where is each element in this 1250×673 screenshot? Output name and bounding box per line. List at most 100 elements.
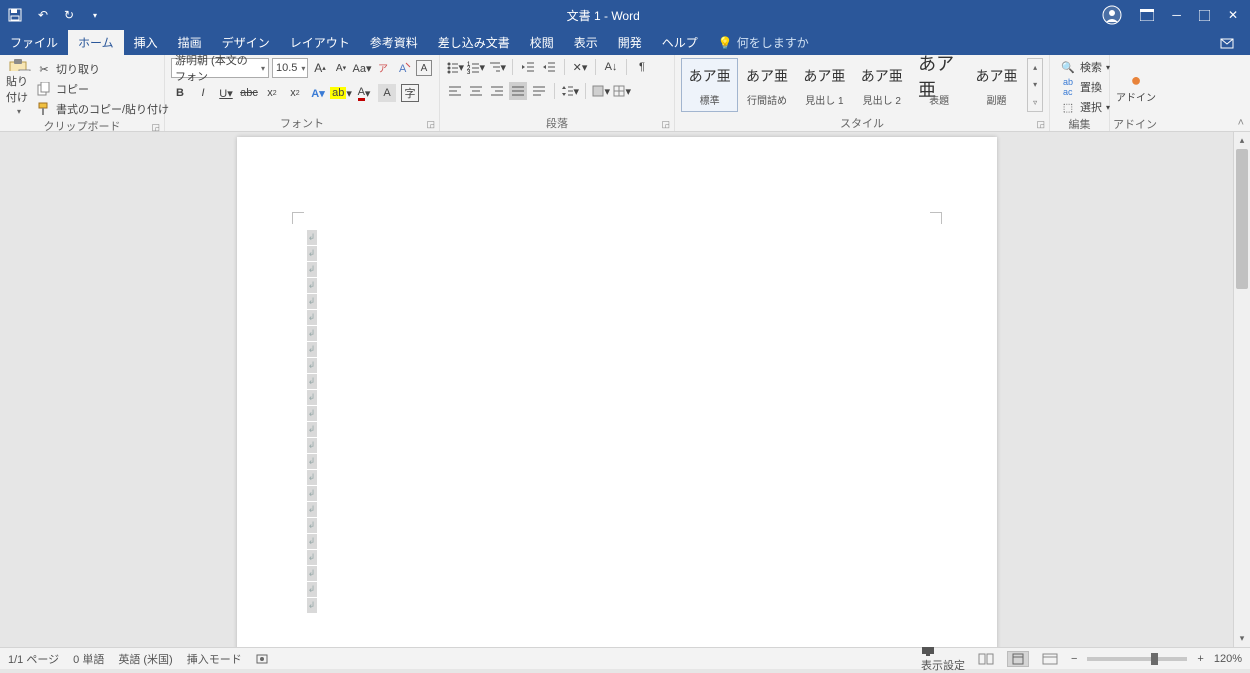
web-layout-button[interactable] <box>1039 651 1061 667</box>
vertical-scrollbar[interactable]: ▴ ▾ <box>1233 132 1250 647</box>
tab-developer[interactable]: 開発 <box>608 30 652 55</box>
font-color-button[interactable]: A▾ <box>355 84 373 102</box>
align-left-button[interactable] <box>446 82 464 100</box>
font-size-combo[interactable]: 10.5▾ <box>272 58 308 78</box>
qat-dropdown-icon[interactable]: ▾ <box>86 11 104 20</box>
tab-view[interactable]: 表示 <box>564 30 608 55</box>
distributed-button[interactable] <box>530 82 548 100</box>
bullets-button[interactable]: ▾ <box>446 58 464 76</box>
document-workspace: ↲↲↲↲↲↲↲↲↲↲↲↲↲↲↲↲↲↲↲↲↲↲↲↲ ▴ ▾ <box>0 132 1250 647</box>
scroll-thumb[interactable] <box>1236 149 1248 289</box>
highlight-button[interactable]: ab▾ <box>332 84 350 102</box>
text-effects-button[interactable]: A▾ <box>309 84 327 102</box>
format-painter-button[interactable]: 書式のコピー/貼り付け <box>32 100 173 118</box>
macro-record-icon[interactable] <box>256 653 270 665</box>
save-icon[interactable] <box>8 8 26 22</box>
tab-references[interactable]: 参考資料 <box>360 30 428 55</box>
phonetic-guide-button[interactable]: ア <box>374 59 392 77</box>
font-name-combo[interactable]: 游明朝 (本文のフォン▾ <box>171 58 269 78</box>
ribbon-display-icon[interactable] <box>1140 9 1154 21</box>
zoom-out-button[interactable]: − <box>1071 653 1077 665</box>
underline-button[interactable]: U▾ <box>217 84 235 102</box>
styles-dialog-launcher[interactable]: ◲ <box>1036 119 1045 130</box>
style-subtitle-label: 副題 <box>986 92 1006 107</box>
line-spacing-button[interactable]: ▾ <box>561 82 579 100</box>
read-mode-button[interactable] <box>975 651 997 667</box>
character-shading-button[interactable]: A <box>378 84 396 102</box>
share-icon <box>1220 36 1236 50</box>
undo-icon[interactable]: ↶ <box>34 8 52 22</box>
align-justify-button[interactable] <box>509 82 527 100</box>
scroll-track[interactable] <box>1234 149 1250 630</box>
enclose-characters-button[interactable]: A <box>416 60 432 76</box>
account-icon[interactable] <box>1102 5 1122 25</box>
numbering-button[interactable]: 123▾ <box>467 58 485 76</box>
character-border-button[interactable]: 字 <box>401 84 419 102</box>
decrease-indent-button[interactable] <box>519 58 537 76</box>
tab-layout[interactable]: レイアウト <box>280 30 360 55</box>
copy-button[interactable]: コピー <box>32 80 173 98</box>
document-page[interactable]: ↲↲↲↲↲↲↲↲↲↲↲↲↲↲↲↲↲↲↲↲↲↲↲↲ <box>237 137 997 647</box>
subscript-button[interactable]: x2 <box>263 84 281 102</box>
tab-home[interactable]: ホーム <box>68 30 124 55</box>
strikethrough-button[interactable]: abc <box>240 84 258 102</box>
select-button[interactable]: ⬚選択▾ <box>1056 98 1114 116</box>
cut-button[interactable]: ✂切り取り <box>32 60 173 78</box>
change-case-button[interactable]: Aa▾ <box>353 59 371 77</box>
addins-button[interactable]: ● アドイン <box>1116 58 1156 116</box>
tab-review[interactable]: 校閲 <box>520 30 564 55</box>
display-settings-button[interactable]: 表示設定 <box>921 645 965 673</box>
asian-layout-button[interactable]: ✕▾ <box>571 58 589 76</box>
font-dialog-launcher[interactable]: ◲ <box>426 119 435 130</box>
page-number-status[interactable]: 1/1 ページ <box>8 651 59 667</box>
style-normal[interactable]: あア亜標準 <box>681 58 738 112</box>
close-icon[interactable]: ✕ <box>1228 8 1238 22</box>
style-title[interactable]: あア亜表題 <box>910 58 967 112</box>
style-heading2[interactable]: あア亜見出し 2 <box>853 58 910 112</box>
show-marks-button[interactable]: ¶ <box>633 58 651 76</box>
scroll-up-button[interactable]: ▴ <box>1234 132 1250 149</box>
zoom-slider-knob[interactable] <box>1151 653 1158 665</box>
zoom-level[interactable]: 120% <box>1214 653 1242 665</box>
find-button[interactable]: 🔍検索▾ <box>1056 58 1114 76</box>
collapse-ribbon-button[interactable]: ˄ <box>1238 117 1244 129</box>
insert-mode-status[interactable]: 挿入モード <box>187 651 242 667</box>
share-button[interactable] <box>1206 30 1250 55</box>
tell-me[interactable]: 💡 何をしますか <box>708 30 819 55</box>
shading-button[interactable]: ▾ <box>592 82 610 100</box>
zoom-in-button[interactable]: + <box>1197 653 1203 665</box>
clear-formatting-button[interactable]: A <box>395 59 413 77</box>
borders-button[interactable]: ▾ <box>613 82 631 100</box>
language-status[interactable]: 英語 (米国) <box>118 651 172 667</box>
style-heading1[interactable]: あア亜見出し 1 <box>796 58 853 112</box>
replace-button[interactable]: abac置換 <box>1056 78 1106 96</box>
grow-font-button[interactable]: A▴ <box>311 59 329 77</box>
tab-help[interactable]: ヘルプ <box>652 30 708 55</box>
increase-indent-button[interactable] <box>540 58 558 76</box>
word-count-status[interactable]: 0 単語 <box>73 651 104 667</box>
styles-gallery-more[interactable]: ▴▾▿ <box>1027 58 1043 112</box>
group-paragraph: ▾ 123▾ ▾ ✕▾ A↓ ¶ <box>440 55 675 131</box>
scroll-down-button[interactable]: ▾ <box>1234 630 1250 647</box>
multilevel-list-button[interactable]: ▾ <box>488 58 506 76</box>
zoom-slider[interactable] <box>1087 657 1187 661</box>
redo-icon[interactable]: ↻ <box>60 8 78 22</box>
align-right-button[interactable] <box>488 82 506 100</box>
paste-button[interactable]: 貼り付け ▾ <box>6 58 32 116</box>
tab-insert[interactable]: 挿入 <box>124 30 168 55</box>
align-center-button[interactable] <box>467 82 485 100</box>
maximize-icon[interactable] <box>1199 10 1210 21</box>
sort-button[interactable]: A↓ <box>602 58 620 76</box>
style-no-spacing[interactable]: あア亜行間詰め <box>738 58 795 112</box>
shrink-font-button[interactable]: A▾ <box>332 59 350 77</box>
bold-button[interactable]: B <box>171 84 189 102</box>
style-subtitle[interactable]: あア亜副題 <box>968 58 1025 112</box>
superscript-button[interactable]: x2 <box>286 84 304 102</box>
italic-button[interactable]: I <box>194 84 212 102</box>
print-layout-button[interactable] <box>1007 651 1029 667</box>
minimize-icon[interactable]: ─ <box>1172 8 1181 22</box>
font-name-value: 游明朝 (本文のフォン <box>175 52 257 84</box>
tab-mailings[interactable]: 差し込み文書 <box>428 30 520 55</box>
paragraph-dialog-launcher[interactable]: ◲ <box>661 119 670 130</box>
tab-file[interactable]: ファイル <box>0 30 68 55</box>
